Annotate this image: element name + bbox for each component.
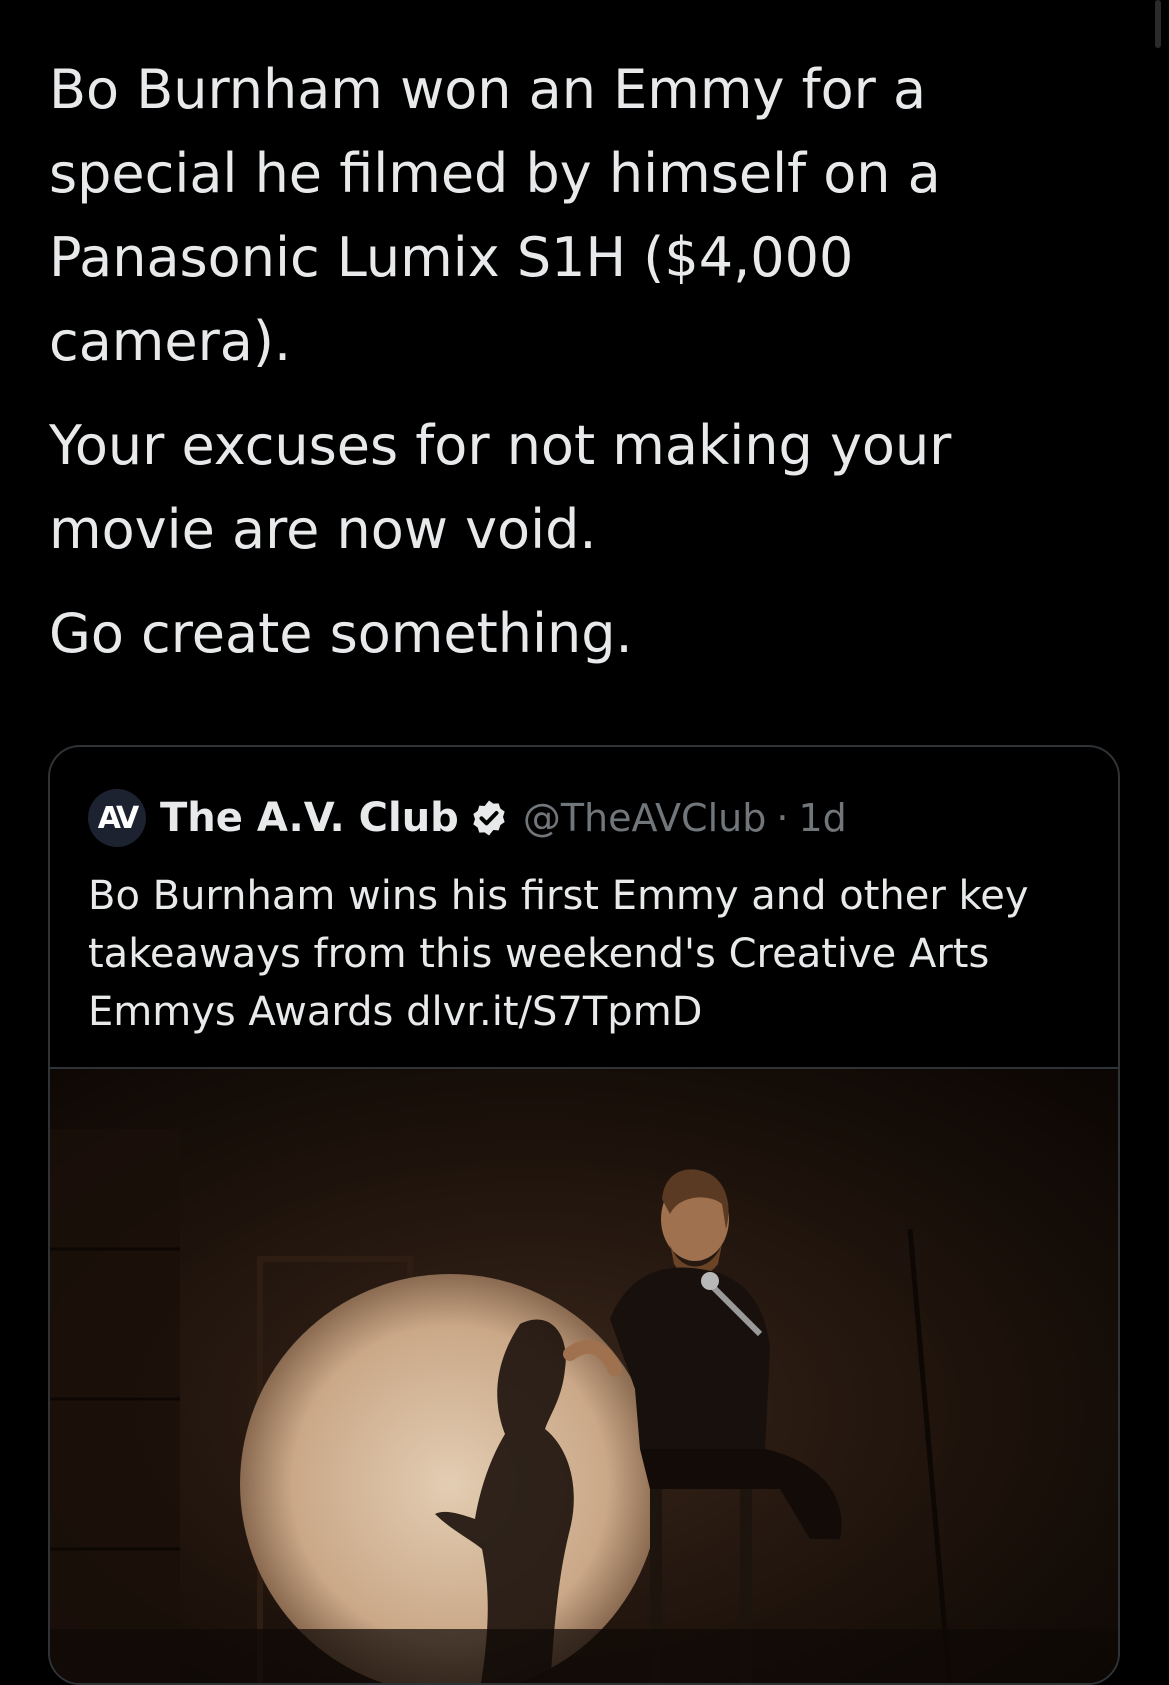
- handle[interactable]: @TheAVClub: [523, 796, 767, 840]
- quoted-tweet-card[interactable]: AV The A.V. Club @TheAVClub · 1d Bo Burn…: [48, 745, 1120, 1685]
- avatar[interactable]: AV: [88, 789, 146, 847]
- tweet-text: Bo Burnham won an Emmy for a special he …: [49, 48, 1089, 696]
- separator-dot: ·: [776, 796, 789, 840]
- tweet-paragraph-2: Your excuses for not making your movie a…: [49, 414, 952, 561]
- quoted-tweet-text: Bo Burnham wins his first Emmy and other…: [88, 873, 1029, 1035]
- tweet-paragraph-1: Bo Burnham won an Emmy for a special he …: [49, 58, 941, 373]
- floor: [50, 1629, 1118, 1683]
- mic-stand: [907, 1228, 952, 1683]
- spotlight: [240, 1274, 660, 1683]
- quoted-tweet-header: AV The A.V. Club @TheAVClub · 1d: [88, 789, 847, 847]
- tweet-paragraph-3: Go create something.: [49, 602, 633, 665]
- scroll-indicator[interactable]: [1155, 0, 1161, 48]
- left-cabinet: [50, 1129, 180, 1683]
- display-name[interactable]: The A.V. Club: [160, 795, 459, 841]
- media-illustration: [50, 1129, 1118, 1683]
- timestamp[interactable]: 1d: [798, 796, 846, 840]
- quoted-tweet-media[interactable]: [50, 1067, 1118, 1683]
- verified-badge-icon: [473, 800, 505, 836]
